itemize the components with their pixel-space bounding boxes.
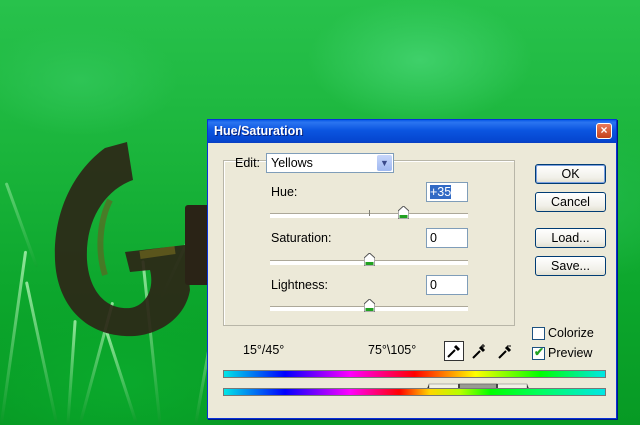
eyedropper-plus-icon [472, 344, 486, 359]
dialog-title: Hue/Saturation [214, 124, 303, 138]
hue-input[interactable]: +35 [426, 182, 468, 202]
lightness-slider-thumb[interactable] [363, 299, 375, 312]
saturation-label: Saturation: [271, 231, 332, 245]
checkmark-icon: ✔ [534, 345, 545, 359]
hue-center-tick [369, 210, 370, 216]
chevron-down-icon[interactable]: ▼ [377, 155, 392, 171]
edit-select-value: Yellows [271, 156, 313, 170]
hue-saturation-dialog: Hue/Saturation × Edit: Yellows ▼ Hue: +3… [207, 119, 617, 419]
colorize-checkbox[interactable] [532, 327, 545, 340]
lightness-label: Lightness: [271, 278, 328, 292]
range-right-readout: 75°\105° [368, 343, 417, 357]
color-range-selector[interactable] [223, 379, 606, 392]
ok-button[interactable]: OK [535, 164, 606, 184]
close-icon: × [600, 123, 608, 137]
input-color-spectrum [223, 370, 606, 378]
eyedropper-subtract-button[interactable] [496, 341, 516, 361]
eyedropper-icon [447, 344, 461, 358]
eyedropper-minus-icon [498, 345, 512, 359]
preview-label: Preview [548, 346, 593, 360]
load-button[interactable]: Load... [535, 228, 606, 248]
saturation-input[interactable]: 0 [426, 228, 468, 248]
save-button[interactable]: Save... [535, 256, 606, 276]
hue-label: Hue: [271, 185, 298, 199]
colorize-label: Colorize [548, 326, 594, 340]
range-left-readout: 15°/45° [243, 343, 285, 357]
output-color-spectrum [223, 388, 606, 396]
edit-label: Edit: [235, 156, 261, 170]
cancel-button[interactable]: Cancel [535, 192, 606, 212]
edit-select[interactable]: Yellows ▼ [266, 153, 394, 173]
saturation-slider-thumb[interactable] [363, 253, 375, 266]
letter-g-shape [54, 142, 191, 337]
preview-checkbox[interactable]: ✔ [532, 345, 545, 360]
eyedropper-add-button[interactable] [470, 341, 490, 361]
close-button[interactable]: × [596, 123, 612, 139]
hue-slider-thumb[interactable] [398, 206, 410, 219]
lightness-input[interactable]: 0 [426, 275, 468, 295]
title-bar[interactable]: Hue/Saturation × [208, 120, 616, 143]
eyedropper-button[interactable] [444, 341, 464, 361]
